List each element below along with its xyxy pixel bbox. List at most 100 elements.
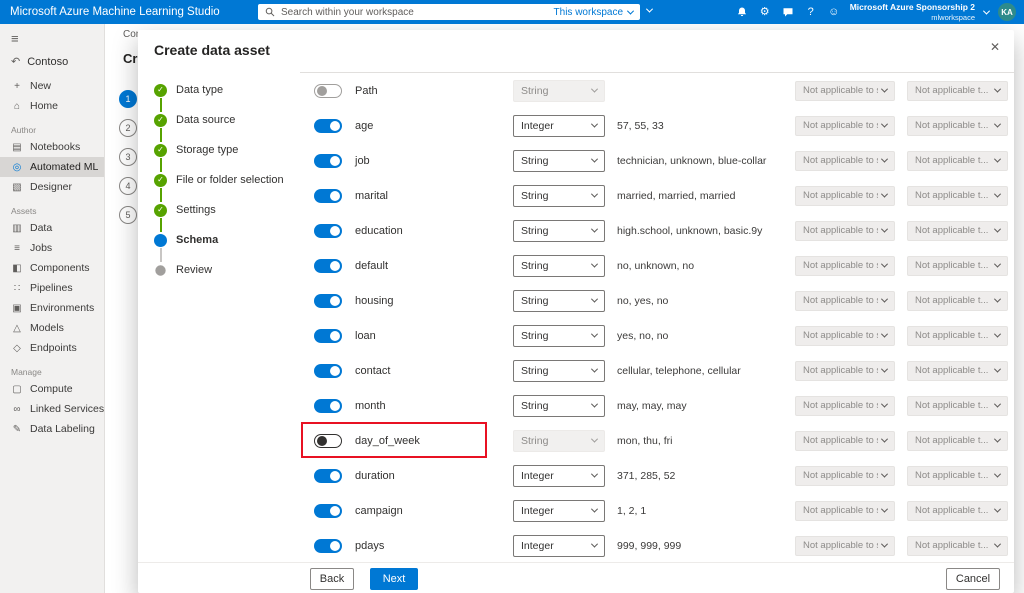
type-dropdown[interactable]: String	[513, 360, 605, 382]
type-dropdown-value: Integer	[521, 470, 554, 482]
step-data-type[interactable]: ✓Data type	[154, 82, 304, 98]
pipelines-icon: ∷	[11, 283, 23, 294]
search-dropdown-caret-icon[interactable]	[646, 6, 653, 13]
format-dropdown: Not applicable to sel...	[795, 256, 895, 276]
include-toggle[interactable]	[314, 539, 342, 553]
format-cell-2: Not applicable t...	[907, 256, 1014, 276]
hamburger-menu-icon[interactable]: ≡	[0, 24, 104, 49]
account-menu[interactable]: Microsoft Azure Sponsorship 2 mlworkspac…	[850, 2, 975, 21]
chevron-down-icon	[881, 541, 888, 548]
sidebar-item-components[interactable]: ◧Components	[0, 258, 104, 278]
sidebar-item-automated-ml[interactable]: ◎Automated ML	[0, 157, 104, 177]
back-button[interactable]: Back	[310, 568, 354, 590]
type-dropdown[interactable]: String	[513, 325, 605, 347]
avatar[interactable]: KA	[998, 3, 1016, 21]
format-dropdown: Not applicable to sel...	[795, 536, 895, 556]
type-dropdown[interactable]: String	[513, 290, 605, 312]
include-toggle[interactable]	[314, 189, 342, 203]
include-toggle[interactable]	[314, 119, 342, 133]
step-storage-type[interactable]: ✓Storage type	[154, 142, 304, 158]
include-toggle[interactable]	[314, 259, 342, 273]
tenant-switcher[interactable]: ↶ Contoso	[0, 49, 104, 76]
home-icon: ⌂	[11, 101, 23, 112]
type-dropdown[interactable]: Integer	[513, 465, 605, 487]
sidebar-item-notebooks[interactable]: ▤Notebooks	[0, 137, 104, 157]
type-dropdown[interactable]: String	[513, 220, 605, 242]
include-toggle[interactable]	[314, 364, 342, 378]
sidebar-item-data-labeling[interactable]: ✎Data Labeling	[0, 419, 104, 439]
settings-gear-icon[interactable]: ⚙	[758, 5, 772, 19]
next-button[interactable]: Next	[370, 568, 418, 590]
chevron-down-icon	[881, 191, 888, 198]
sidebar-item-jobs[interactable]: ≡Jobs	[0, 238, 104, 258]
step-label: Data source	[176, 114, 235, 126]
column-examples: 1, 2, 1	[617, 505, 795, 517]
type-dropdown-value: Integer	[521, 120, 554, 132]
sidebar-item-new[interactable]: +New	[0, 76, 104, 96]
include-toggle[interactable]	[314, 504, 342, 518]
sidebar-item-environments[interactable]: ▣Environments	[0, 298, 104, 318]
feedback-icon[interactable]	[781, 5, 795, 19]
include-column-cell	[300, 539, 355, 553]
type-dropdown[interactable]: String	[513, 185, 605, 207]
sidebar-item-endpoints[interactable]: ◇Endpoints	[0, 338, 104, 358]
include-column-cell	[300, 399, 355, 413]
format-dropdown-2-value: Not applicable t...	[915, 365, 988, 376]
include-toggle[interactable]	[314, 294, 342, 308]
sidebar-item-linked-services[interactable]: ∞Linked Services	[0, 399, 104, 419]
close-icon[interactable]: ✕	[990, 40, 1000, 54]
column-examples: technician, unknown, blue-collar	[617, 155, 795, 167]
tenant-name: Contoso	[27, 56, 68, 68]
chevron-down-icon	[591, 541, 598, 548]
endpoints-icon: ◇	[11, 343, 23, 354]
notifications-bell-icon[interactable]	[735, 5, 749, 19]
sidebar-item-label: Jobs	[30, 242, 52, 254]
type-dropdown[interactable]: String	[513, 255, 605, 277]
type-dropdown[interactable]: Integer	[513, 500, 605, 522]
step-settings[interactable]: ✓Settings	[154, 202, 304, 218]
table-row: job String technician, unknown, blue-col…	[300, 143, 1014, 178]
step-file-or-folder-selection[interactable]: ✓File or folder selection	[154, 172, 304, 188]
type-dropdown[interactable]: Integer	[513, 535, 605, 557]
format-dropdown-2: Not applicable t...	[907, 186, 1008, 206]
sidebar-item-label: Compute	[30, 383, 73, 395]
sidebar-nav: +New⌂HomeAuthor▤Notebooks◎Automated ML▧D…	[0, 76, 104, 439]
format-dropdown-value: Not applicable to sel...	[803, 435, 878, 446]
sidebar-item-designer[interactable]: ▧Designer	[0, 177, 104, 197]
step-connector	[160, 128, 162, 142]
include-toggle[interactable]	[314, 434, 342, 448]
include-toggle[interactable]	[314, 399, 342, 413]
include-toggle[interactable]	[314, 469, 342, 483]
create-data-asset-modal: Create data asset ✕ ✓Data type✓Data sour…	[138, 30, 1014, 593]
column-name: Path	[355, 85, 513, 97]
format-dropdown-2: Not applicable t...	[907, 466, 1008, 486]
sidebar-item-compute[interactable]: ▢Compute	[0, 379, 104, 399]
smiley-feedback-icon[interactable]: ☺	[827, 5, 841, 19]
workspace-scope-selector[interactable]: This workspace	[554, 7, 633, 18]
include-column-cell	[300, 504, 355, 518]
include-toggle[interactable]	[314, 154, 342, 168]
step-schema[interactable]: Schema	[154, 232, 304, 248]
type-dropdown[interactable]: String	[513, 150, 605, 172]
format-dropdown-2-value: Not applicable t...	[915, 120, 988, 131]
format-dropdown: Not applicable to sel...	[795, 151, 895, 171]
step-connector	[160, 158, 162, 172]
step-data-source[interactable]: ✓Data source	[154, 112, 304, 128]
sidebar-item-models[interactable]: △Models	[0, 318, 104, 338]
search-input[interactable]: Search within your workspace This worksp…	[258, 4, 640, 20]
format-cell-2: Not applicable t...	[907, 466, 1014, 486]
sidebar-item-data[interactable]: ▥Data	[0, 218, 104, 238]
sidebar-item-pipelines[interactable]: ∷Pipelines	[0, 278, 104, 298]
cancel-button[interactable]: Cancel	[946, 568, 1000, 590]
sidebar-item-home[interactable]: ⌂Home	[0, 96, 104, 116]
type-dropdown[interactable]: Integer	[513, 115, 605, 137]
include-toggle[interactable]	[314, 329, 342, 343]
step-dot-icon	[155, 265, 165, 275]
help-icon[interactable]: ?	[804, 5, 818, 19]
include-toggle[interactable]	[314, 224, 342, 238]
chevron-down-icon	[591, 191, 598, 198]
account-chevron-icon[interactable]	[983, 7, 990, 14]
format-cell-2: Not applicable t...	[907, 186, 1014, 206]
type-dropdown[interactable]: String	[513, 395, 605, 417]
include-column-cell	[300, 294, 355, 308]
